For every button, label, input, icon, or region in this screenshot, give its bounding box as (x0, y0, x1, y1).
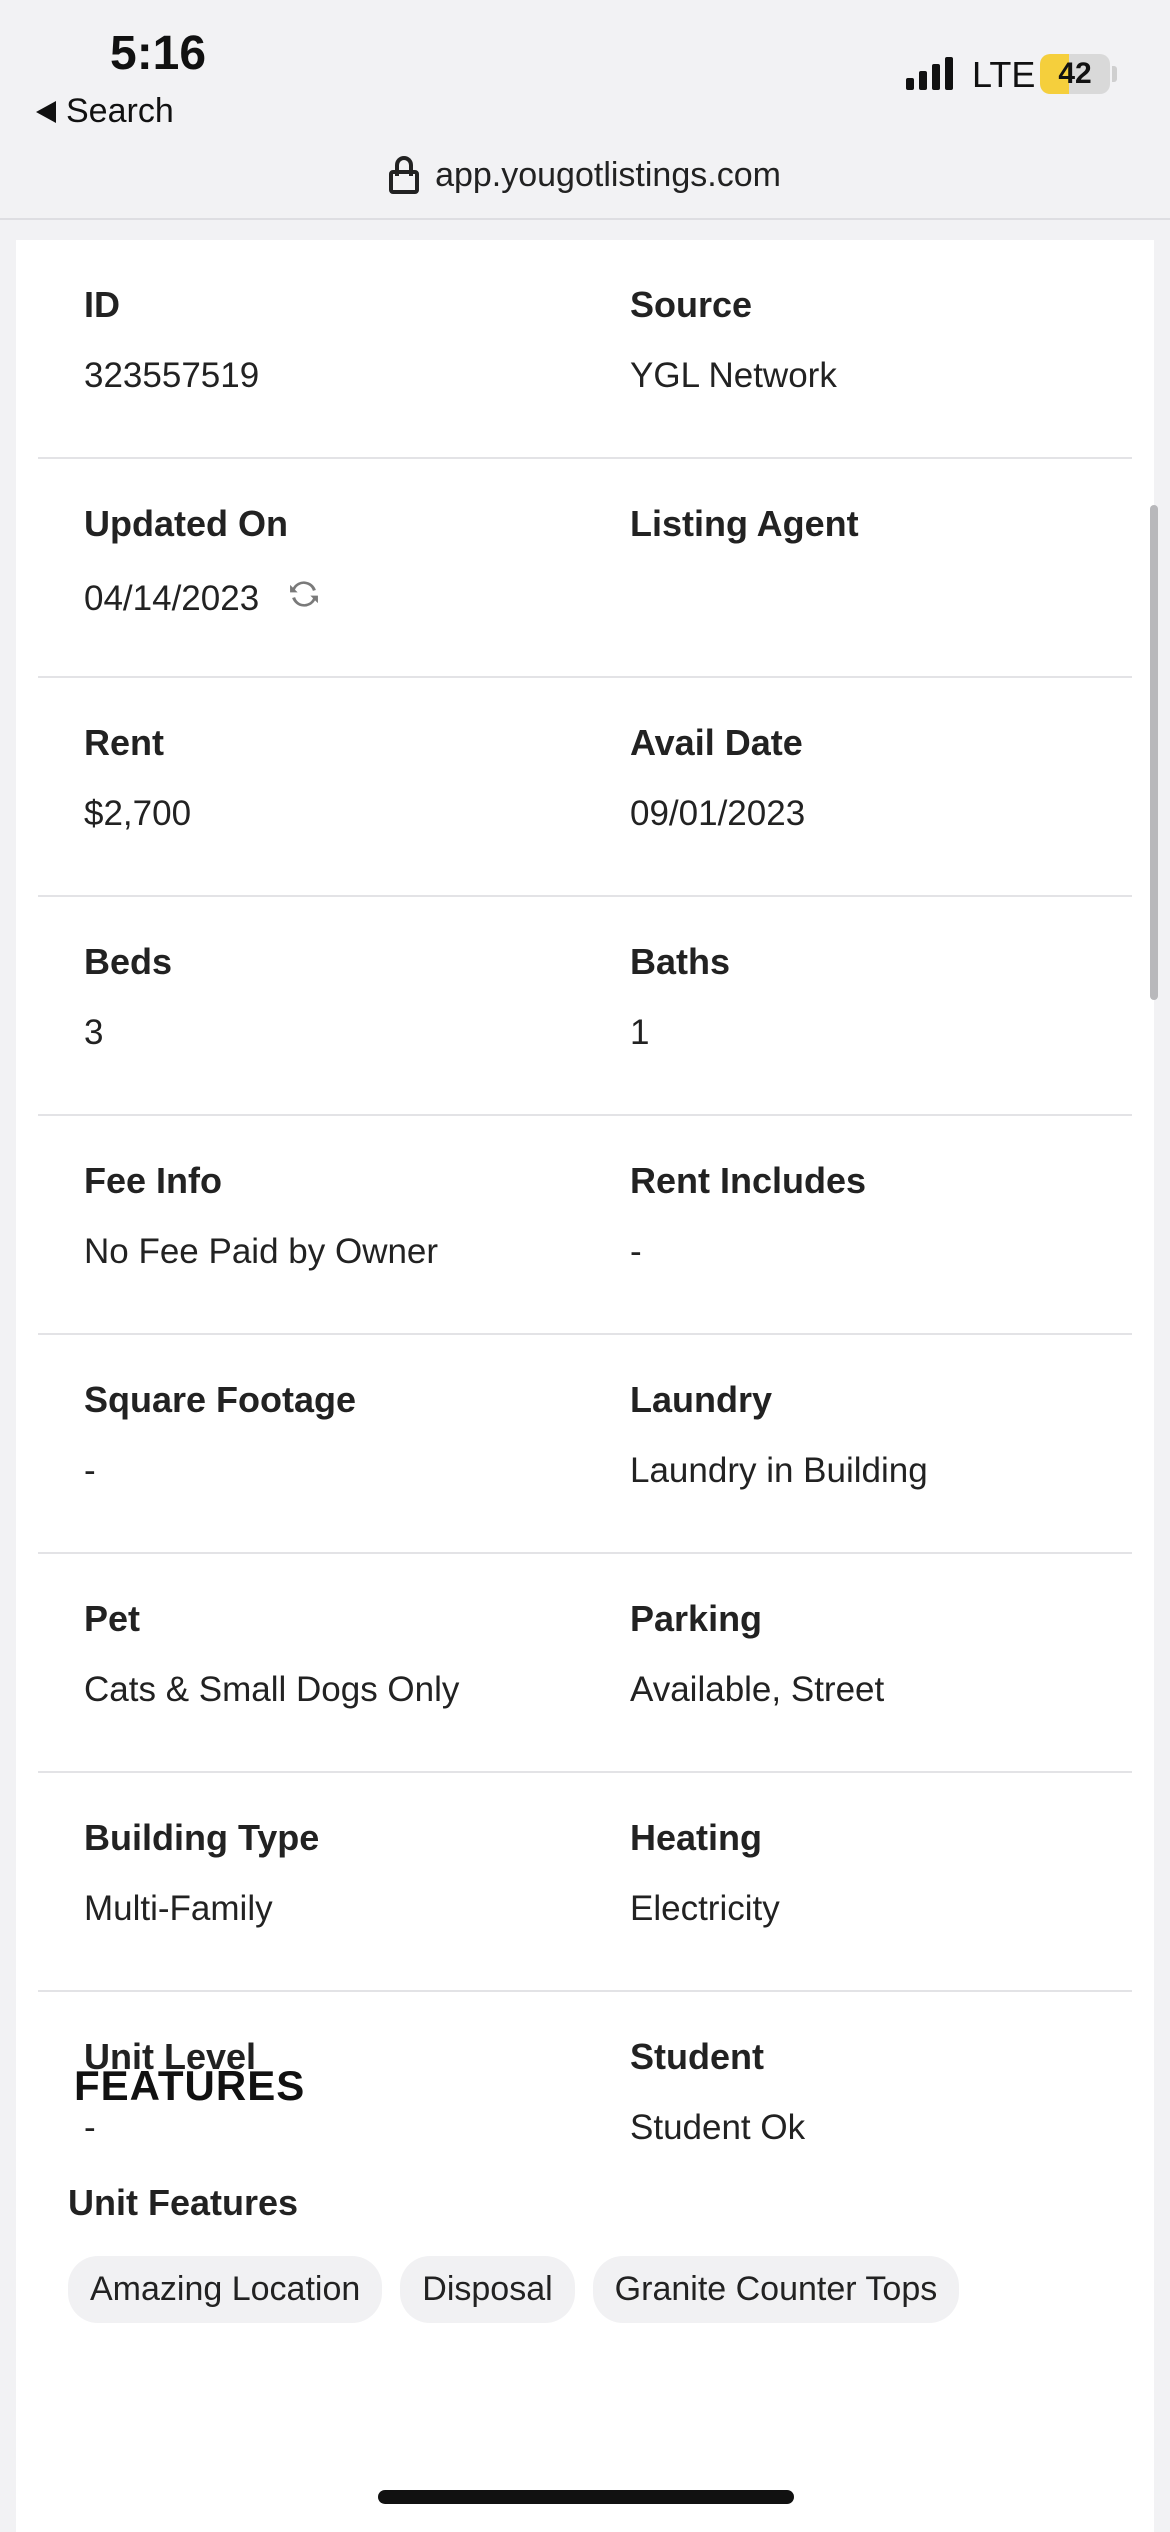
detail-row: Rent $2,700 Avail Date 09/01/2023 (38, 678, 1132, 897)
detail-row: Pet Cats & Small Dogs Only Parking Availabl… (38, 1554, 1132, 1773)
feature-chip: Amazing Location (68, 2256, 383, 2323)
feature-chip: Granite Counter Tops (592, 2256, 960, 2323)
detail-label: ID (84, 284, 120, 325)
detail-value: 1 (630, 1013, 649, 1053)
detail-row: Fee Info No Fee Paid by Owner Rent Include… (38, 1116, 1132, 1335)
detail-label: Fee Info (84, 1160, 223, 1201)
detail-value-text: 1 (630, 1013, 650, 1052)
detail-value: 3 (84, 1013, 103, 1053)
detail-label: Rent Includes (630, 1160, 867, 1201)
detail-value: - (84, 2108, 96, 2148)
detail-label: Student (630, 2036, 764, 2077)
back-arrow-icon (36, 100, 56, 123)
detail-value: Multi-Family (84, 1889, 273, 1929)
lock-icon (389, 156, 420, 194)
detail-label: Beds (84, 941, 173, 982)
detail-value-text: YGL Network (630, 356, 837, 395)
back-label: Search (66, 92, 174, 130)
unit-features-label: Unit Features (68, 2182, 299, 2223)
detail-label: Heating (630, 1817, 763, 1858)
unit-features-chips: Amazing Location Disposal Granite Counter … (68, 2256, 960, 2323)
battery-icon: 42 (1040, 54, 1110, 94)
detail-label: Square Footage (84, 1379, 357, 1420)
detail-value-text: 04/14/2023 (84, 578, 260, 618)
detail-label: Rent (84, 722, 164, 763)
address-bar[interactable]: app.yougotlistings.com (0, 145, 1170, 205)
header-divider (0, 218, 1170, 220)
feature-chip: Disposal (400, 2256, 575, 2323)
detail-row: Square Footage - Laundry Laundry in Buildin… (38, 1335, 1132, 1554)
back-to-search-link[interactable]: Search (36, 92, 174, 131)
detail-value-text: 09/01/2023 (630, 794, 806, 833)
detail-value: Student Ok (630, 2108, 805, 2148)
detail-value-text: 3 (84, 1013, 104, 1052)
detail-value: 09/01/2023 (630, 794, 805, 834)
detail-value-text: 323557519 (84, 356, 260, 395)
detail-value-text: Electricity (630, 1889, 780, 1928)
detail-value-text: Student Ok (630, 2108, 806, 2147)
detail-row: ID 323557519 Source YGL Network (38, 240, 1132, 459)
detail-value: Laundry in Building (630, 1451, 928, 1491)
detail-label: Pet (84, 1598, 141, 1639)
detail-value: Available, Street (630, 1670, 884, 1710)
detail-value-text: Available, Street (630, 1670, 885, 1709)
detail-value: $2,700 (84, 794, 191, 834)
detail-value-text: - (630, 1232, 642, 1271)
detail-value: - (84, 1451, 96, 1491)
detail-value: - (630, 1232, 642, 1272)
detail-value: Electricity (630, 1889, 780, 1929)
detail-label: Source (630, 284, 753, 325)
refresh-icon[interactable] (285, 575, 323, 622)
detail-label: Avail Date (630, 722, 803, 763)
cellular-signal-icon (906, 56, 953, 90)
detail-value: 04/14/2023 (84, 575, 323, 622)
status-bar: 5:16 Search LTE 42 app.yougotlistings.co… (0, 0, 1170, 194)
detail-value: No Fee Paid by Owner (84, 1232, 438, 1272)
detail-value-text: $2,700 (84, 794, 192, 833)
detail-value-text: - (84, 1451, 96, 1490)
status-time: 5:16 (110, 27, 207, 80)
detail-row: Beds 3 Baths 1 (38, 897, 1132, 1116)
detail-label: Laundry (630, 1379, 773, 1420)
features-heading: FEATURES (74, 2062, 306, 2109)
home-indicator[interactable] (378, 2490, 794, 2504)
detail-label: Updated On (84, 503, 288, 544)
detail-value: YGL Network (630, 356, 837, 396)
battery-tip (1112, 66, 1117, 82)
detail-label: Listing Agent (630, 503, 859, 544)
scrollbar[interactable] (1150, 505, 1158, 1000)
detail-value-text: Multi-Family (84, 1889, 273, 1928)
detail-row: Building Type Multi-Family Heating Electric… (38, 1773, 1132, 1992)
detail-row: Updated On 04/14/2023 Listing Agent (38, 459, 1132, 678)
detail-value-text: - (84, 2108, 96, 2147)
detail-value: 323557519 (84, 356, 259, 396)
detail-value-text: Laundry in Building (630, 1451, 928, 1490)
battery-level: 42 (1058, 57, 1092, 90)
details-grid: ID 323557519 Source YGL Network Updated On 04… (38, 240, 1132, 2211)
detail-value-text: No Fee Paid by Owner (84, 1232, 439, 1271)
detail-value-text: Cats & Small Dogs Only (84, 1670, 460, 1709)
detail-label: Baths (630, 941, 731, 982)
detail-value: Cats & Small Dogs Only (84, 1670, 459, 1710)
detail-label: Building Type (84, 1817, 320, 1858)
detail-label: Parking (630, 1598, 763, 1639)
url-text: app.yougotlistings.com (435, 155, 781, 194)
network-type: LTE (972, 54, 1036, 95)
